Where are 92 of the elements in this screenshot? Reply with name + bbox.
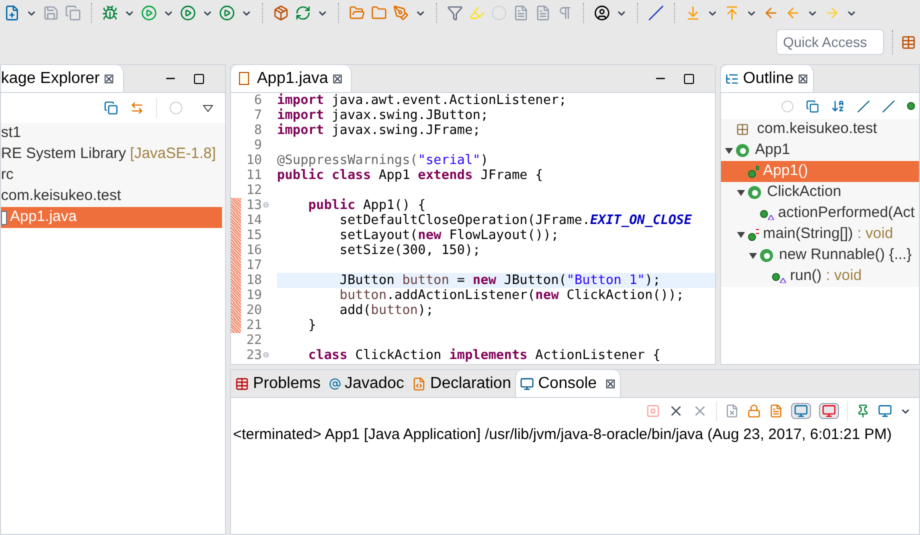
method-icon (760, 208, 774, 220)
close-icon[interactable]: ⊠ (604, 374, 616, 394)
tree-item[interactable]: com.keisukeo.test (1, 186, 222, 207)
open-folder-icon[interactable] (349, 5, 365, 21)
folder-icon[interactable] (371, 5, 387, 21)
line-number: 17 (245, 256, 263, 274)
line-number: 7 (253, 106, 263, 124)
tree-item[interactable]: RE System Library [JavaSE-1.8] (1, 144, 222, 165)
code-line: public class App1 extends JFrame { (277, 168, 544, 183)
line-number: 19 (245, 286, 263, 304)
bug-icon[interactable] (102, 5, 118, 21)
close-icon[interactable]: ⊠ (104, 68, 115, 88)
display-icon[interactable] (878, 404, 892, 418)
code-line: setDefaultCloseOperation(JFrame.EXIT_ON_CLOSE (338, 213, 693, 228)
problems-icon (235, 376, 249, 390)
package-icon[interactable] (273, 5, 289, 21)
outline-tab[interactable]: Outline ⊠ (721, 65, 814, 92)
class-icon (748, 186, 761, 199)
line-number: 14 (245, 212, 263, 230)
outline-item[interactable]: main(String[]) : void (721, 224, 919, 245)
pin-icon[interactable] (856, 404, 870, 418)
code-line: setSize(300, 150); (338, 243, 482, 258)
line-number: 13 (245, 196, 263, 214)
line-number: 8 (253, 122, 263, 139)
line-number: 9 (253, 136, 263, 154)
class-icon (736, 144, 749, 157)
maximize-icon[interactable] (193, 72, 205, 84)
scroll-lock-icon[interactable] (747, 404, 761, 418)
static-method-icon (748, 228, 759, 240)
outline-item[interactable]: App1 (721, 140, 919, 161)
code-line: add(button); (338, 303, 435, 318)
code-line: public App1() { (307, 198, 427, 213)
code-line: button.addActionListener(new ClickAction()); (338, 288, 686, 303)
expand-arrow-icon[interactable] (737, 188, 745, 196)
view-tab[interactable]: Console ⊠ (515, 370, 621, 397)
view-menu-icon[interactable] (203, 104, 213, 112)
new-file-icon[interactable] (4, 5, 20, 21)
line-number: 12 (245, 182, 263, 199)
filter-icon[interactable] (447, 5, 463, 21)
view-tab[interactable]: Javadoc (324, 370, 408, 397)
code-line: class ClickAction implements ActionListener { (307, 348, 662, 363)
line-number: 20 (245, 302, 263, 319)
line-number: 15 (245, 226, 263, 244)
outline-item[interactable]: run() : void (721, 266, 919, 287)
pen-icon[interactable] (393, 5, 409, 21)
outline-item[interactable]: new Runnable() {...} (721, 245, 919, 266)
clear-console-icon[interactable] (725, 404, 739, 418)
code-line: @SuppressWarnings("serial") (277, 153, 490, 168)
at-sign-icon (328, 378, 341, 390)
code-line: import javax.swing.JButton; (277, 108, 490, 123)
expand-arrow-icon[interactable] (749, 252, 757, 260)
constructor-icon (748, 166, 759, 178)
line-number: 18 (245, 272, 263, 289)
console-status: <terminated> App1 [Java Application] /usr/lib/jvm/java-8-oracle/bin/java (Aug 23, 2017, 6:01:21 PM) (232, 425, 893, 445)
tree-item[interactable]: st1 (1, 123, 222, 144)
slash-icon[interactable] (648, 5, 664, 21)
refresh-icon[interactable] (295, 5, 311, 21)
line-number: 21 (245, 316, 263, 334)
close-icon[interactable]: ⊠ (332, 68, 344, 88)
editor-tab[interactable]: App1.java ⊠ (231, 65, 352, 92)
sort-icon[interactable] (831, 99, 845, 113)
expand-arrow-icon[interactable] (737, 230, 745, 238)
expand-arrow-icon[interactable] (725, 146, 733, 154)
document-icon (412, 376, 426, 390)
line-number: 10 (245, 152, 263, 170)
run-icon[interactable] (141, 5, 157, 21)
code-line: import java.awt.event.ActionListener; (277, 93, 568, 108)
line-number: 23 (245, 346, 263, 364)
close-icon[interactable]: ⊠ (798, 68, 809, 88)
tree-item[interactable]: rc (1, 165, 222, 186)
package-icon (736, 123, 749, 136)
line-number: 22 (245, 332, 263, 349)
outline-item[interactable]: actionPerformed(Act (721, 203, 919, 224)
maximize-icon[interactable] (683, 72, 695, 84)
line-number: 6 (253, 93, 263, 110)
code-line: setLayout(new FlowLayout()); (338, 228, 560, 243)
view-tab[interactable]: Problems (231, 370, 325, 397)
view-tab[interactable]: Declaration (408, 370, 516, 397)
code-line: } (307, 318, 318, 333)
monitor-icon (520, 376, 534, 390)
outline-icon (725, 72, 739, 86)
person-icon[interactable] (594, 5, 610, 21)
line-number: 11 (245, 166, 263, 184)
package-explorer-tab[interactable]: kage Explorer ⊠ (1, 65, 124, 92)
outline-item[interactable]: ClickAction (721, 182, 919, 203)
code-line: import javax.swing.JFrame; (277, 123, 482, 138)
quick-access-field[interactable]: Quick Access (776, 29, 884, 55)
outline-item[interactable]: com.keisukeo.test (721, 119, 919, 140)
class-icon (760, 249, 773, 262)
method-icon (772, 270, 786, 282)
java-file-icon (239, 72, 249, 85)
line-number: 16 (245, 242, 263, 260)
